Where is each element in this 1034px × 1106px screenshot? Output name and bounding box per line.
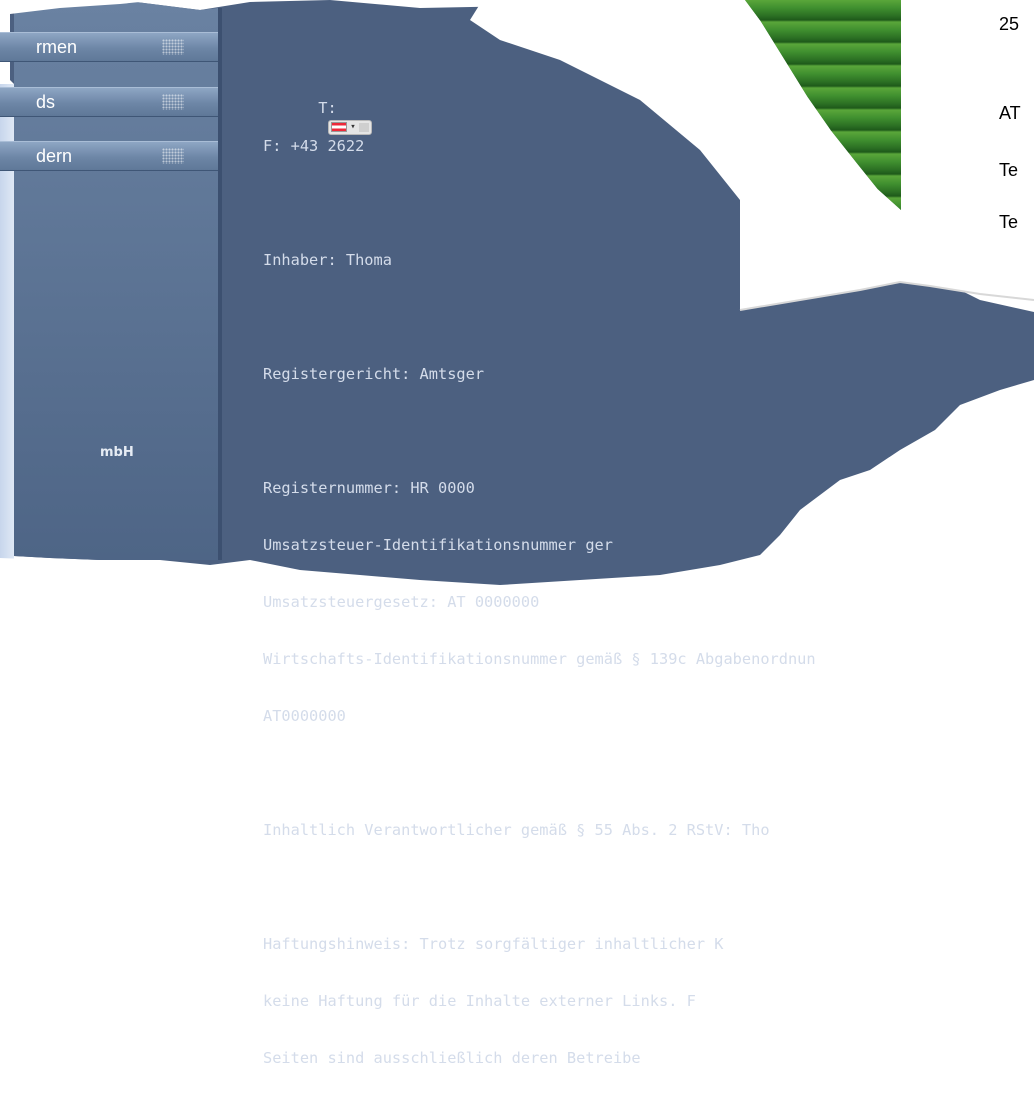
vat-line-2: Umsatzsteuergesetz: AT 0000000 (263, 593, 540, 611)
card-line-3: Te (999, 160, 1019, 180)
card-line-4: Te (999, 212, 1019, 232)
screenshot-stage: rmen ds dern mbH T: ▾ F: +43 2622 Inhabe… (0, 0, 1034, 1067)
card-line-1: 25 (999, 14, 1020, 34)
card-line-2: AT (999, 103, 1021, 123)
responsible-line: Inhaltlich Verantwortlicher gemäß § 55 A… (263, 821, 770, 839)
info-card-shape (470, 0, 1034, 310)
wid-line-1: Wirtschafts-Identifikationsnummer gemäß … (263, 650, 816, 668)
liability-line-3: Seiten sind ausschließlich deren Betreib… (263, 1049, 641, 1067)
liability-line-1: Haftungshinweis: Trotz sorgfältiger inha… (263, 935, 724, 953)
liability-line-2: keine Haftung für die Inhalte externer L… (263, 992, 696, 1010)
wid-line-2: AT0000000 (263, 707, 346, 725)
